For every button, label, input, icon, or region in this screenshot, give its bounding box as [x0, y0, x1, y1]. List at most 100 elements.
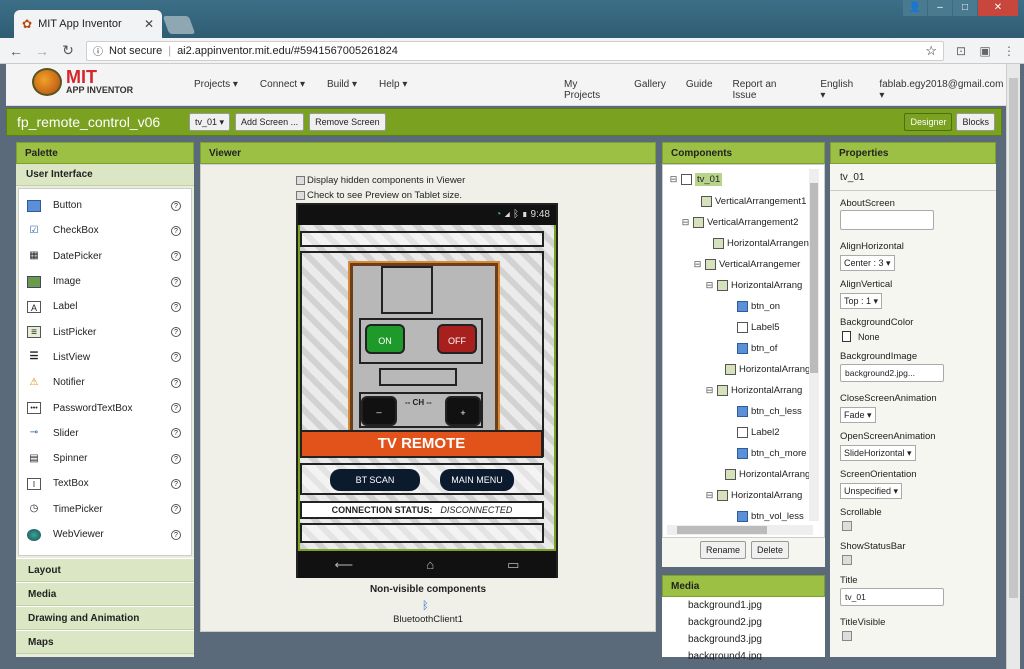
palette-category-maps[interactable]: Maps	[16, 630, 194, 654]
tree-node[interactable]: btn_ch_less	[737, 406, 802, 417]
bottom-arrangement[interactable]	[300, 523, 544, 543]
link-my-projects[interactable]: My Projects	[564, 79, 614, 101]
menu-icon[interactable]: ⋮	[1002, 44, 1016, 58]
page-scrollbar[interactable]	[1006, 64, 1020, 669]
back-icon[interactable]: ←	[8, 43, 24, 59]
cast-extension-icon[interactable]: ▣	[978, 44, 992, 58]
vertical-arrangement-1[interactable]	[300, 231, 544, 247]
collapse-icon[interactable]: ⊟	[705, 280, 714, 291]
palette-item-image[interactable]: Image?	[19, 269, 191, 294]
rename-button[interactable]: Rename	[700, 541, 747, 559]
close-animation-select[interactable]: Fade ▾	[840, 407, 876, 423]
collapse-icon[interactable]: ⊟	[705, 385, 714, 396]
palette-item-label[interactable]: A Label?	[19, 294, 191, 319]
help-icon[interactable]: ?	[171, 276, 181, 287]
help-icon[interactable]: ?	[171, 504, 181, 515]
bt-scan-button[interactable]: BT SCAN	[330, 469, 420, 491]
help-icon[interactable]: ?	[171, 377, 181, 388]
palette-item-slider[interactable]: ⊸ Slider?	[19, 421, 191, 446]
browser-tab[interactable]: ✿ MIT App Inventor ✕	[14, 10, 162, 38]
help-icon[interactable]: ?	[171, 403, 181, 414]
media-file[interactable]: background2.jpg	[662, 614, 825, 631]
channel-down-button[interactable]: _	[361, 396, 397, 426]
show-status-bar-checkbox[interactable]	[842, 555, 852, 565]
tree-node[interactable]: ⊟ HorizontalArrang	[705, 280, 802, 291]
help-icon[interactable]: ?	[171, 200, 181, 211]
collapse-icon[interactable]: ⊟	[705, 490, 714, 501]
close-tab-icon[interactable]: ✕	[144, 17, 154, 31]
reload-icon[interactable]: ↻	[60, 42, 76, 59]
menu-connect[interactable]: Connect ▾	[260, 79, 305, 90]
palette-item-listview[interactable]: ☰ ListView?	[19, 345, 191, 370]
display-hidden-checkbox[interactable]: Display hidden components in Viewer	[296, 175, 465, 186]
link-guide[interactable]: Guide	[686, 79, 713, 101]
screen-orientation-select[interactable]: Unspecified ▾	[840, 483, 903, 499]
open-animation-select[interactable]: SlideHorizontal ▾	[840, 445, 916, 461]
screen-select-dropdown[interactable]: tv_01 ▾	[189, 113, 231, 131]
help-icon[interactable]: ?	[171, 301, 181, 312]
tree-node[interactable]: Label5	[737, 322, 780, 333]
background-color-value[interactable]: None	[858, 332, 880, 342]
media-file[interactable]: background1.jpg	[662, 597, 825, 614]
tree-node[interactable]: btn_vol_less	[737, 511, 804, 522]
forward-icon[interactable]: →	[34, 43, 50, 59]
link-report-issue[interactable]: Report an Issue	[733, 79, 801, 101]
scrollable-checkbox[interactable]	[842, 521, 852, 531]
help-icon[interactable]: ?	[171, 529, 181, 540]
background-image-picker[interactable]: background2.jpg...	[840, 364, 944, 382]
menu-build[interactable]: Build ▾	[327, 79, 357, 90]
help-icon[interactable]: ?	[171, 225, 181, 236]
align-horizontal-select[interactable]: Center : 3 ▾	[840, 255, 895, 271]
designer-button[interactable]: Designer	[904, 113, 953, 131]
palette-item-datepicker[interactable]: ▦ DatePicker?	[19, 244, 191, 269]
tree-node[interactable]: HorizontalArrang	[725, 469, 810, 480]
palette-category-layout[interactable]: Layout	[16, 558, 194, 582]
user-icon[interactable]: 👤	[903, 0, 927, 16]
checkbox-box[interactable]	[296, 191, 305, 200]
tree-node[interactable]: HorizontalArrang	[725, 364, 810, 375]
palette-item-button[interactable]: Button?	[19, 193, 191, 218]
menu-help[interactable]: Help ▾	[379, 79, 407, 90]
tree-node[interactable]: Label2	[737, 427, 780, 438]
media-file[interactable]: background4.jpg	[662, 648, 825, 660]
on-button[interactable]: ON	[365, 324, 405, 354]
label5-box[interactable]	[379, 368, 457, 386]
palette-item-timepicker[interactable]: ◷ TimePicker?	[19, 497, 191, 522]
tree-node[interactable]: HorizontalArrangen	[713, 238, 809, 249]
palette-item-listpicker[interactable]: ≡ ListPicker?	[19, 319, 191, 344]
tree-horizontal-scrollbar[interactable]	[667, 525, 813, 535]
maximize-icon[interactable]: □	[953, 0, 977, 16]
tree-node[interactable]: btn_of	[737, 343, 777, 354]
tree-node[interactable]: VerticalArrangement1	[701, 196, 806, 207]
color-swatch[interactable]	[842, 331, 851, 342]
blocks-button[interactable]: Blocks	[956, 113, 995, 131]
palette-item-spinner[interactable]: ▤ Spinner?	[19, 446, 191, 471]
help-icon[interactable]: ?	[171, 251, 181, 262]
palette-item-notifier[interactable]: ⚠ Notifier?	[19, 370, 191, 395]
title-input[interactable]: tv_01	[840, 588, 944, 606]
tree-vertical-scrollbar[interactable]	[809, 169, 819, 521]
tree-node[interactable]: btn_on	[737, 301, 780, 312]
bookmark-star-icon[interactable]: ☆	[925, 43, 937, 59]
link-gallery[interactable]: Gallery	[634, 79, 666, 101]
help-icon[interactable]: ?	[171, 327, 181, 338]
minimize-icon[interactable]: –	[928, 0, 952, 16]
delete-button[interactable]: Delete	[751, 541, 790, 559]
help-icon[interactable]: ?	[171, 453, 181, 464]
title-visible-checkbox[interactable]	[842, 631, 852, 641]
off-button[interactable]: OFF	[437, 324, 477, 354]
help-icon[interactable]: ?	[171, 478, 181, 489]
help-icon[interactable]: ?	[171, 428, 181, 439]
palette-item-textbox[interactable]: I TextBox?	[19, 471, 191, 496]
align-vertical-select[interactable]: Top : 1 ▾	[840, 293, 883, 309]
address-bar[interactable]: ⓘ Not secure | ai2.appinventor.mit.edu/#…	[86, 40, 944, 61]
tree-node[interactable]: ⊟ VerticalArrangement2	[681, 217, 798, 228]
palette-category-media[interactable]: Media	[16, 582, 194, 606]
tree-node[interactable]: btn_ch_more	[737, 448, 806, 459]
account-dropdown[interactable]: fablab.egy2018@gmail.com ▾	[879, 79, 1006, 101]
palette-item-passwordtextbox[interactable]: ••• PasswordTextBox?	[19, 395, 191, 420]
close-window-icon[interactable]: ✕	[978, 0, 1018, 16]
tree-node[interactable]: ⊟ HorizontalArrang	[705, 385, 802, 396]
channel-up-button[interactable]: +	[445, 396, 481, 426]
palette-item-webviewer[interactable]: WebViewer?	[19, 522, 191, 547]
